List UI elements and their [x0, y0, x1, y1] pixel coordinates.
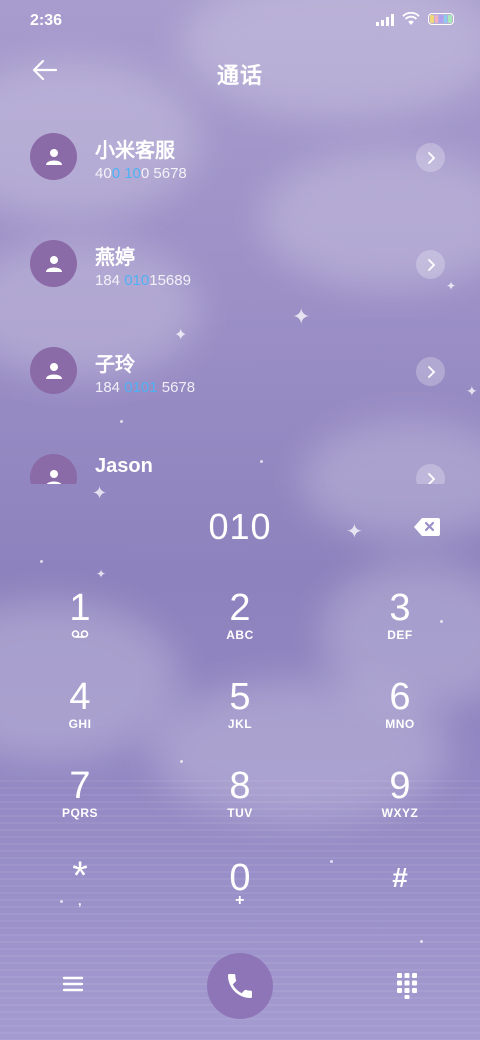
key-star[interactable]: * , — [20, 854, 140, 938]
key-letters: DEF — [387, 628, 413, 642]
person-icon — [45, 255, 62, 272]
chevron-right-icon — [427, 258, 435, 271]
key-letters: PQRS — [61, 806, 98, 820]
key-7[interactable]: 7 PQRS — [20, 766, 140, 846]
status-icons — [376, 12, 454, 26]
battery-segment — [448, 15, 452, 23]
key-0[interactable]: 0 + — [180, 858, 300, 938]
person-icon — [45, 148, 62, 165]
contact-row[interactable]: 子玲 184 0101 5678 — [0, 326, 480, 433]
key-9[interactable]: 9 WXYZ — [340, 766, 460, 846]
key-digit: 9 — [389, 765, 411, 807]
dialed-number: 010 — [208, 506, 272, 547]
key-digit: 7 — [69, 765, 91, 807]
key-digit: 6 — [389, 676, 411, 718]
key-digit: 1 — [69, 587, 91, 629]
contact-name: Jason — [95, 455, 153, 477]
status-time: 2:36 — [30, 12, 63, 29]
header: 通话 — [0, 48, 480, 92]
contact-suggestions-list[interactable]: 小米客服 400 100 5678 燕婷 184 01015689 子玲 184… — [0, 112, 480, 484]
key-5[interactable]: 5 JKL — [180, 677, 300, 757]
contact-number: 184 0101 5678 — [95, 379, 196, 396]
key-letters: + — [235, 892, 245, 909]
battery-segment — [430, 15, 434, 23]
chevron-right-icon — [427, 365, 435, 378]
wifi-icon — [402, 12, 420, 25]
status-bar: 2:36 — [0, 0, 480, 40]
battery-segment — [434, 15, 439, 23]
key-letters: GHI — [68, 717, 92, 731]
key-letters: WXYZ — [381, 806, 419, 820]
contact-row[interactable]: 小米客服 400 100 5678 — [0, 112, 480, 219]
contact-row[interactable]: Jason — [0, 433, 480, 484]
battery-segment — [439, 15, 443, 23]
person-icon — [45, 362, 62, 379]
key-digit: 2 — [229, 587, 251, 629]
contact-name: 子玲 — [95, 354, 135, 376]
key-letters: , — [78, 894, 82, 908]
key-3[interactable]: 3 DEF — [340, 588, 460, 668]
key-digit: 4 — [69, 676, 91, 718]
key-letters: MNO — [385, 717, 415, 731]
key-8[interactable]: 8 TUV — [180, 766, 300, 846]
key-letters: JKL — [227, 717, 253, 731]
battery-segment — [443, 15, 448, 23]
contact-details-button[interactable] — [416, 464, 445, 484]
avatar — [30, 454, 77, 484]
key-letters: TUV — [227, 806, 253, 820]
key-digit: 8 — [229, 765, 251, 807]
backspace-icon[interactable] — [414, 517, 440, 537]
keypad-grid-icon[interactable] — [395, 970, 419, 1000]
key-1[interactable]: 1 — [20, 588, 140, 668]
key-letters: ABC — [226, 628, 254, 642]
key-hash[interactable]: # — [340, 858, 460, 938]
contact-number: 184 01015689 — [95, 272, 191, 289]
avatar — [30, 347, 77, 394]
contact-row[interactable]: 燕婷 184 01015689 — [0, 219, 480, 326]
contact-name: 小米客服 — [95, 140, 175, 162]
chevron-right-icon — [427, 151, 435, 164]
contact-details-button[interactable] — [416, 250, 445, 279]
key-4[interactable]: 4 GHI — [20, 677, 140, 757]
contact-name: 燕婷 — [95, 247, 135, 269]
call-button[interactable] — [207, 953, 273, 1019]
key-digit: # — [392, 862, 408, 893]
key-2[interactable]: 2 ABC — [180, 588, 300, 668]
avatar — [30, 133, 77, 180]
contact-number: 400 100 5678 — [95, 165, 187, 182]
page-title: 通话 — [216, 63, 263, 88]
phone-icon — [228, 974, 252, 998]
contact-details-button[interactable] — [416, 357, 445, 386]
battery-icon — [428, 13, 454, 25]
key-digit: 3 — [389, 587, 411, 629]
avatar — [30, 240, 77, 287]
voicemail-icon — [20, 628, 140, 642]
contact-details-button[interactable] — [416, 143, 445, 172]
key-digit: 5 — [229, 676, 251, 718]
key-6[interactable]: 6 MNO — [340, 677, 460, 757]
key-digit: * — [72, 854, 88, 898]
chevron-right-icon — [427, 472, 435, 484]
menu-icon[interactable] — [58, 970, 88, 998]
signal-icon — [376, 13, 394, 26]
person-icon — [46, 469, 61, 484]
